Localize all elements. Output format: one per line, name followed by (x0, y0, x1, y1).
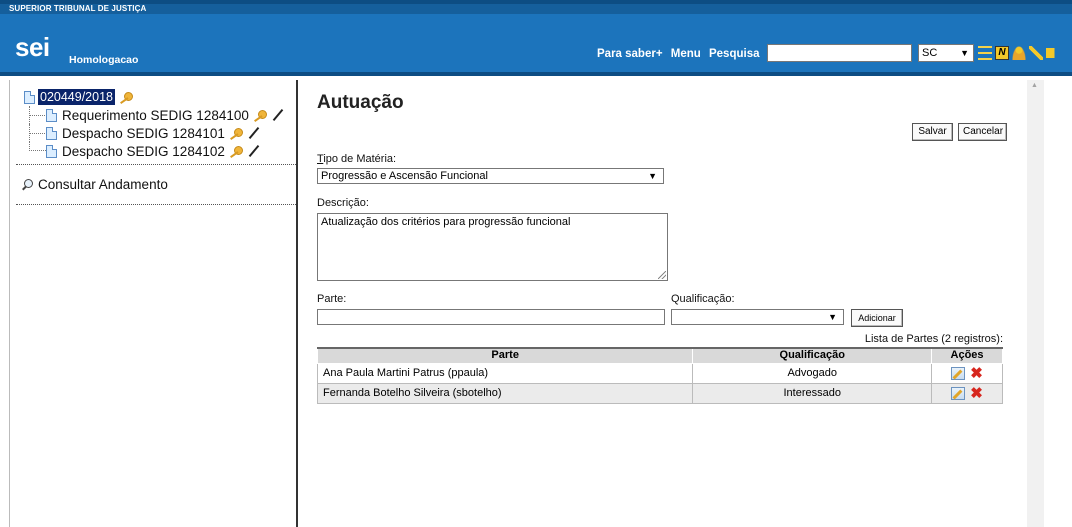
tipo-materia-select[interactable]: Progressão e Ascensão Funcional ▼ (317, 168, 664, 184)
cancel-button[interactable]: Cancelar (958, 123, 1007, 141)
pesquisa-link[interactable]: Pesquisa (709, 48, 760, 60)
process-number[interactable]: 020449/2018 (38, 89, 115, 105)
table-header-row: Parte Qualificação Ações (316, 347, 1003, 364)
header-nav: Para saber+ Menu Pesquisa (597, 48, 764, 60)
descricao-label: Descrição: (317, 197, 369, 209)
partes-table: Parte Qualificação Ações Ana Paula Marti… (316, 347, 1003, 404)
process-icon (24, 90, 35, 104)
signature-pen-icon (248, 145, 260, 157)
vertical-scrollbar[interactable]: ▲ (1027, 80, 1044, 527)
tipo-materia-label: Tipo de Matéria: (317, 153, 397, 165)
document-icon (46, 126, 57, 140)
header-icons: N (978, 44, 1060, 62)
cell-qualificacao: Interessado (692, 382, 933, 404)
edit-icon[interactable] (951, 386, 966, 400)
consultar-andamento-link[interactable]: Consultar Andamento (22, 177, 168, 192)
table-row: Fernanda Botelho Silveira (sbotelho) Int… (316, 382, 1003, 404)
tree-branch (29, 124, 47, 142)
list-count: Lista de Partes (2 registros): (864, 333, 1003, 345)
top-strip: SUPERIOR TRIBUNAL DE JUSTIÇA (0, 0, 1072, 14)
cell-acoes: ✖ (931, 362, 1003, 384)
header-qualificacao: Qualificação (692, 347, 933, 364)
tree-document[interactable]: Despacho SEDIG 1284102 (24, 142, 294, 160)
tree-branch (29, 106, 47, 124)
key-icon (253, 109, 267, 121)
chevron-down-icon: ▼ (828, 312, 837, 322)
process-node[interactable]: 020449/2018 (24, 88, 294, 106)
cell-qualificacao: Advogado (692, 362, 933, 384)
resize-grip-icon[interactable] (658, 271, 666, 279)
divider (16, 164, 296, 165)
header-acoes: Ações (931, 347, 1003, 364)
user-icon[interactable] (1012, 46, 1026, 60)
document-icon (46, 108, 57, 122)
document-label[interactable]: Despacho SEDIG 1284102 (62, 144, 225, 159)
qualificacao-label: Qualificação: (671, 293, 735, 305)
process-tree-panel: 020449/2018 Requerimento SEDIG 1284100 D… (9, 80, 298, 527)
chevron-down-icon: ▼ (648, 171, 657, 181)
save-button[interactable]: Salvar (912, 123, 953, 141)
page-title: Autuação (317, 92, 404, 113)
process-tree: 020449/2018 Requerimento SEDIG 1284100 D… (24, 88, 294, 160)
qualificacao-select[interactable]: ▼ (671, 309, 844, 325)
key-icon (229, 127, 243, 139)
search-input[interactable] (767, 44, 912, 62)
delete-icon[interactable]: ✖ (970, 386, 983, 401)
para-saber-link[interactable]: Para saber+ (597, 48, 663, 60)
delete-icon[interactable]: ✖ (970, 366, 983, 381)
document-label[interactable]: Requerimento SEDIG 1284100 (62, 108, 249, 123)
notes-icon[interactable]: N (995, 46, 1009, 60)
document-label[interactable]: Despacho SEDIG 1284101 (62, 126, 225, 141)
edit-icon[interactable] (951, 366, 966, 380)
document-icon (46, 144, 57, 158)
tree-branch (29, 142, 46, 151)
magnifier-icon (22, 179, 33, 190)
signature-pen-icon (248, 127, 260, 139)
descricao-textarea[interactable]: Atualização dos critérios para progressã… (317, 213, 668, 281)
cell-acoes: ✖ (931, 382, 1003, 404)
scroll-up-icon[interactable]: ▲ (1031, 82, 1038, 89)
tools-icon[interactable] (1029, 46, 1043, 60)
consultar-andamento-label: Consultar Andamento (38, 177, 168, 192)
chevron-down-icon: ▼ (960, 48, 969, 58)
parte-input[interactable] (317, 309, 665, 325)
signature-pen-icon (272, 109, 284, 121)
key-icon (229, 145, 243, 157)
org-name: SUPERIOR TRIBUNAL DE JUSTIÇA (9, 4, 147, 13)
menu-link[interactable]: Menu (671, 48, 701, 60)
sei-logo[interactable]: sei (15, 32, 50, 63)
unit-select[interactable]: SC ▼ (918, 44, 974, 62)
divider (16, 204, 296, 205)
tree-document[interactable]: Requerimento SEDIG 1284100 (24, 106, 294, 124)
parte-label: Parte: (317, 293, 347, 305)
cell-parte: Ana Paula Martini Patrus (ppaula) (316, 362, 694, 384)
main-content: Autuação Salvar Cancelar Tipo de Matéria… (300, 80, 1027, 527)
environment-label: Homologacao (69, 54, 139, 66)
header-bar: sei Homologacao Para saber+ Menu Pesquis… (0, 14, 1072, 76)
add-parte-button[interactable]: Adicionar (851, 309, 903, 327)
table-row: Ana Paula Martini Patrus (ppaula) Advoga… (316, 362, 1003, 384)
tree-document[interactable]: Despacho SEDIG 1284101 (24, 124, 294, 142)
tipo-materia-value: Progressão e Ascensão Funcional (321, 170, 488, 182)
cell-parte: Fernanda Botelho Silveira (sbotelho) (316, 382, 694, 404)
key-icon (119, 91, 133, 103)
descricao-value: Atualização dos critérios para progressã… (321, 216, 571, 228)
exit-icon[interactable] (1046, 48, 1060, 58)
header-parte: Parte (316, 347, 694, 364)
unit-select-value: SC (922, 47, 938, 59)
list-icon[interactable] (978, 46, 992, 60)
